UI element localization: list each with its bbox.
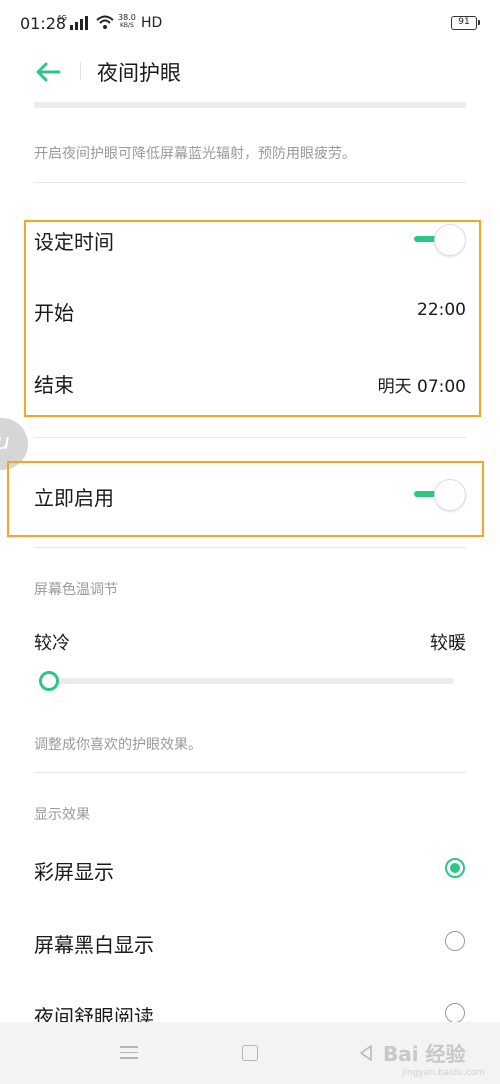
divider	[34, 182, 466, 183]
enable-now-label: 立即启用	[34, 486, 114, 510]
preview-divider	[34, 102, 466, 108]
option-grayscale-display-label: 屏幕黑白显示	[34, 933, 154, 957]
display-effect-section-title: 显示效果	[34, 807, 90, 823]
floating-assistant-icon: u	[0, 430, 10, 455]
option-grayscale-display-radio[interactable]	[445, 931, 465, 951]
network-speed-unit: KB/S	[119, 22, 134, 29]
color-temperature-section-title: 屏幕色温调节	[34, 582, 118, 598]
hd-label: HD	[141, 15, 163, 31]
option-night-reading-radio[interactable]	[445, 1003, 465, 1023]
set-time-label: 设定时间	[34, 230, 114, 254]
network-type-label: 4G	[57, 14, 67, 22]
toggle-knob	[434, 224, 466, 256]
cool-label: 较冷	[34, 633, 70, 654]
header-divider	[80, 62, 81, 80]
enable-now-toggle[interactable]	[414, 477, 468, 511]
feature-description: 开启夜间护眼可降低屏幕蓝光辐射，预防用眼疲劳。	[34, 146, 356, 162]
option-color-display-radio[interactable]	[445, 858, 465, 878]
start-time-value[interactable]: 22:00	[417, 300, 466, 320]
arrow-left-icon	[36, 62, 61, 82]
page-title: 夜间护眼	[97, 61, 181, 85]
warm-label: 较暖	[430, 633, 466, 654]
home-icon[interactable]	[242, 1045, 258, 1061]
color-temperature-slider-thumb[interactable]	[39, 671, 59, 691]
end-label: 结束	[34, 373, 74, 397]
divider	[34, 437, 466, 438]
start-label: 开始	[34, 301, 74, 325]
option-color-display-label: 彩屏显示	[34, 860, 114, 884]
menu-icon[interactable]	[120, 1046, 138, 1060]
signal-icon	[70, 16, 88, 30]
toggle-knob	[434, 479, 466, 511]
back-button[interactable]	[30, 56, 66, 88]
watermark-logo: Bai 经验	[383, 1042, 466, 1066]
divider	[34, 547, 466, 548]
wifi-icon	[96, 15, 114, 29]
divider	[34, 772, 466, 773]
network-speed: 38.0 KB/S	[118, 14, 136, 30]
nav-back-icon[interactable]	[356, 1043, 376, 1063]
set-time-toggle[interactable]	[414, 222, 468, 256]
network-speed-value: 38.0	[118, 13, 136, 22]
battery-icon: 91	[451, 16, 480, 30]
color-temperature-hint: 调整成你喜欢的护眼效果。	[34, 737, 202, 753]
watermark-url: jingyan.baidu.com	[402, 1068, 486, 1078]
color-temperature-slider-track[interactable]	[48, 678, 454, 684]
end-time-value[interactable]: 明天 07:00	[378, 372, 466, 397]
